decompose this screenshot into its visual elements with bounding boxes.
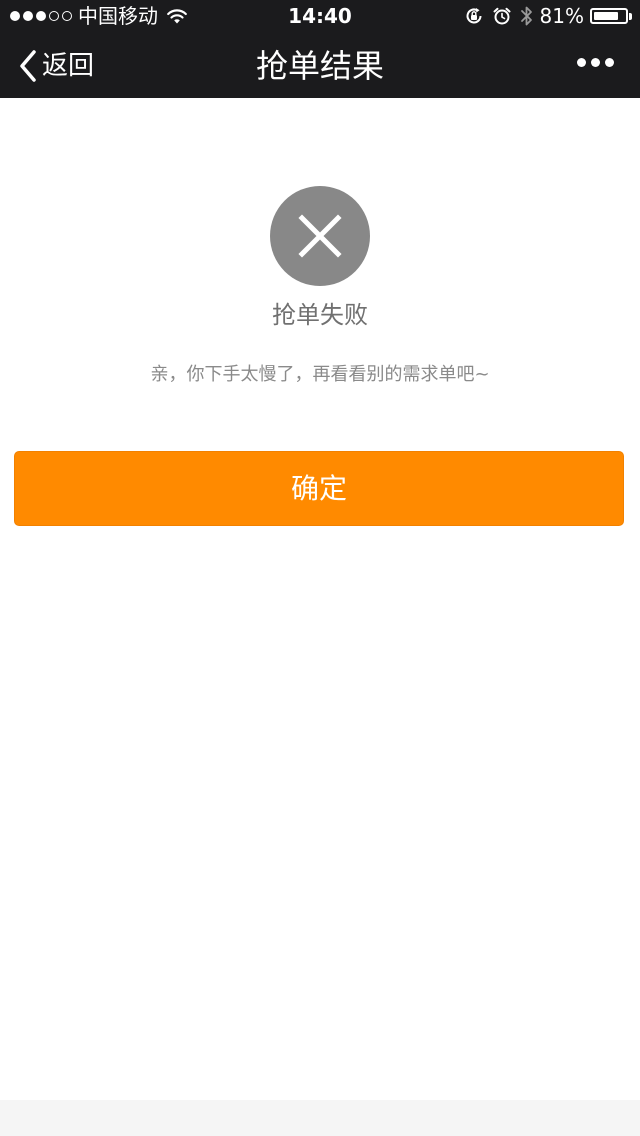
close-icon [298,214,342,258]
more-options-button[interactable] [577,58,614,67]
alarm-icon [493,7,511,25]
result-message: 亲，你下手太慢了，再看看别的需求单吧~ [150,364,490,385]
status-bar: 中国移动 14:40 81% [0,0,640,32]
failure-icon-circle [270,186,370,286]
result-title: 抢单失败 [272,301,368,329]
back-label: 返回 [42,51,95,81]
back-button[interactable]: 返回 [18,48,94,84]
rotation-lock-icon [466,8,482,24]
more-dot [591,58,600,67]
battery-fill [594,12,618,20]
battery-tip [629,12,632,20]
page-title: 抢单结果 [255,47,384,85]
navigation-bar: 返回 抢单结果 [0,32,640,98]
battery-percent: 81% [539,4,584,28]
bluetooth-icon [520,6,532,26]
more-dot [577,58,586,67]
confirm-button[interactable]: 确定 [14,451,624,526]
top-bar: 中国移动 14:40 81% 返回 抢单结果 [0,0,640,98]
chevron-left-icon [20,50,36,82]
battery-icon [590,8,628,24]
status-right: 81% [464,4,632,28]
more-dot [605,58,614,67]
bottom-strip [0,1100,640,1136]
